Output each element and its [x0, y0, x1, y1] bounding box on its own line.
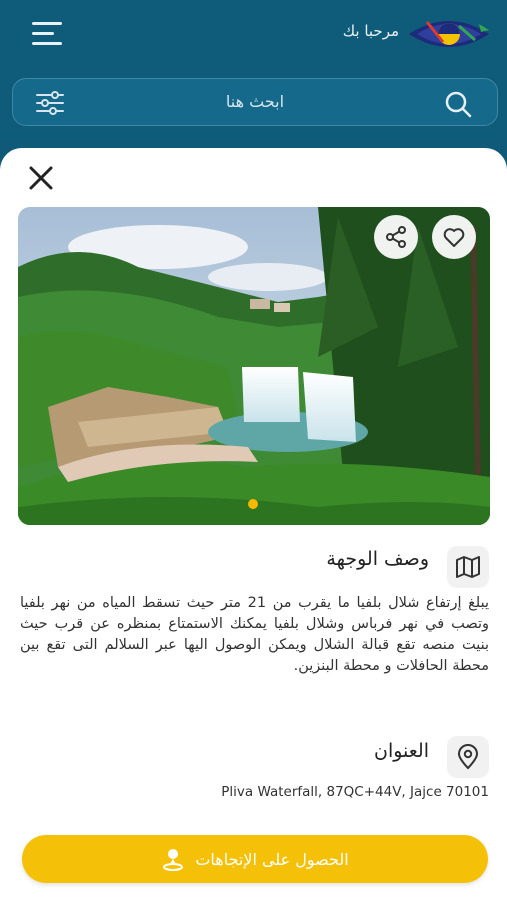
app-logo	[409, 21, 489, 47]
destination-address: Pliva Waterfall, 87QC+44V, Jajce 70101	[221, 784, 489, 800]
search-placeholder[interactable]: ابحث هنا	[13, 92, 497, 111]
map-icon	[456, 556, 480, 578]
app-header: مرحبا بك ابحث هنا	[0, 0, 507, 140]
close-icon[interactable]	[26, 163, 56, 193]
menu-icon-bar	[32, 22, 62, 25]
share-icon	[386, 226, 406, 248]
destination-photo-carousel[interactable]	[18, 207, 490, 525]
map-icon-badge	[447, 546, 489, 588]
menu-icon-bar	[32, 32, 54, 35]
search-icon[interactable]	[443, 89, 473, 119]
waterfall-photo	[18, 207, 490, 525]
carousel-indicator-dot[interactable]	[248, 499, 258, 509]
get-directions-label: الحصول على الإتجاهات	[195, 849, 349, 869]
share-button[interactable]	[374, 215, 418, 259]
welcome-text: مرحبا بك	[342, 22, 399, 40]
search-bar[interactable]: ابحث هنا	[12, 78, 498, 126]
heart-icon	[443, 228, 465, 247]
favorite-button[interactable]	[432, 215, 476, 259]
menu-button[interactable]	[28, 20, 68, 48]
menu-icon-bar	[32, 42, 62, 45]
get-directions-button[interactable]: الحصول على الإتجاهات	[22, 835, 488, 883]
person-pin-icon	[163, 849, 184, 871]
description-title: وصف الوجهة	[326, 548, 429, 570]
address-title: العنوان	[373, 740, 429, 762]
location-pin-icon	[457, 744, 479, 770]
location-icon-badge	[447, 736, 489, 778]
destination-detail-sheet: وصف الوجهة يبلغ إرتفاع شلال بلفيا ما يقر…	[0, 148, 507, 900]
destination-description: يبلغ إرتفاع شلال بلفيا ما يقرب من 21 متر…	[20, 595, 489, 674]
